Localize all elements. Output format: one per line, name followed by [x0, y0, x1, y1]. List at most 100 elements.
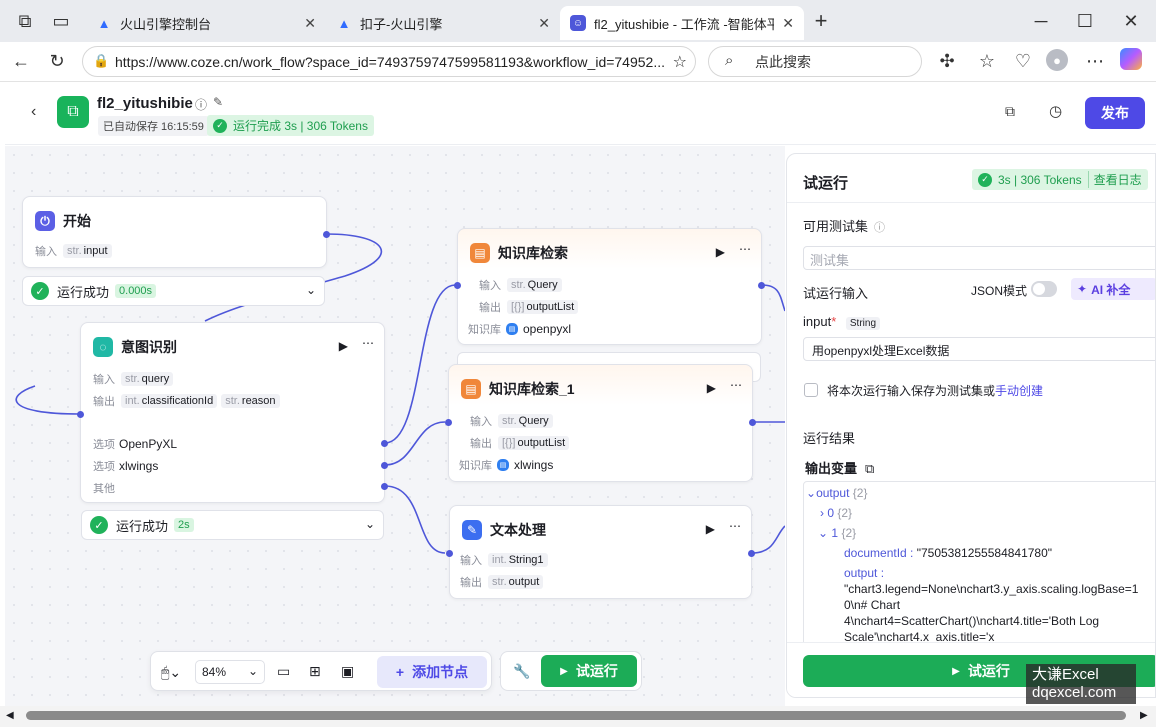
- test-run-button[interactable]: ▶ 试运行: [541, 655, 637, 687]
- layout-icon[interactable]: ⊞: [309, 663, 321, 680]
- close-tab-icon[interactable]: ✕: [304, 15, 316, 32]
- workflow-canvas[interactable]: ⏻ 开始 输入 str. input ✓ 运行成功 0.000s ⌄ ◌ 意图识别 ▶ …: [5, 146, 785, 706]
- favorites-icon[interactable]: ☆: [974, 48, 1000, 74]
- more-icon[interactable]: ⋯: [729, 519, 741, 533]
- input-port[interactable]: [445, 419, 452, 426]
- start-run-status[interactable]: ✓ 运行成功 0.000s ⌄: [22, 276, 325, 306]
- expand-chevron-icon: ⌄: [818, 526, 829, 540]
- scroll-left-icon[interactable]: ◀: [6, 710, 14, 721]
- favorite-star-icon[interactable]: ☆: [672, 52, 687, 72]
- input-port[interactable]: [446, 550, 453, 557]
- comment-icon[interactable]: ▭: [277, 663, 290, 680]
- history-icon[interactable]: ◷: [1049, 102, 1062, 120]
- testset-select[interactable]: 测试集: [803, 246, 1155, 270]
- close-window-icon[interactable]: ✕: [1118, 8, 1144, 34]
- more-menu-icon[interactable]: ⋯: [1082, 48, 1108, 74]
- search-box[interactable]: ⌕ 点此搜索: [708, 46, 922, 77]
- required-asterisk: *: [831, 314, 837, 329]
- reload-icon[interactable]: ↻: [44, 48, 70, 74]
- profile-avatar[interactable]: ●: [1046, 49, 1068, 71]
- tab-coze-volcengine[interactable]: ▲ 扣子-火山引擎 ✕: [326, 6, 560, 40]
- tree-node-output[interactable]: ⌄output {2}: [806, 486, 867, 500]
- intent-node[interactable]: ◌ 意图识别 ▶ ⋯ 输入 str. query 输出 int. classificati…: [77, 322, 388, 503]
- json-mode-toggle[interactable]: [1031, 281, 1057, 297]
- wrench-icon[interactable]: 🔧: [513, 663, 530, 680]
- option-label: 选项: [93, 461, 115, 473]
- scroll-right-icon[interactable]: ▶: [1140, 710, 1148, 721]
- output-port[interactable]: [323, 231, 330, 238]
- new-tab-icon[interactable]: +: [808, 8, 834, 34]
- more-icon[interactable]: ⋯: [739, 242, 751, 256]
- option-port-2[interactable]: [381, 462, 388, 469]
- run-node-icon[interactable]: ▶: [339, 339, 348, 353]
- minimap-icon[interactable]: ▣: [341, 663, 354, 680]
- kb-label: 知识库: [468, 324, 501, 336]
- intent-run-status[interactable]: ✓ 运行成功 2s ⌄: [81, 510, 384, 540]
- close-tab-icon[interactable]: ✕: [782, 15, 794, 32]
- tree-node-1[interactable]: ⌄ 1 {2}: [818, 526, 856, 540]
- address-bar[interactable]: 🔒 https://www.coze.cn/work_flow?space_id…: [82, 46, 696, 77]
- input-tag: str. Query: [507, 278, 562, 292]
- back-chevron-icon[interactable]: ‹: [31, 103, 36, 121]
- kb-output-row: 输出 [{}] outputList: [479, 299, 582, 315]
- run-stat-badge[interactable]: ✓ 3s | 306 Tokens 查看日志: [972, 169, 1148, 190]
- maximize-icon[interactable]: ☐: [1072, 8, 1098, 34]
- tab-actions-icon[interactable]: ▭: [48, 8, 74, 34]
- manual-create-link[interactable]: 手动创建: [995, 384, 1043, 398]
- option-port-1[interactable]: [381, 440, 388, 447]
- back-icon[interactable]: ←: [8, 48, 34, 74]
- browser-essentials-icon[interactable]: ♡: [1010, 48, 1036, 74]
- output-port[interactable]: [758, 282, 765, 289]
- output-port[interactable]: [748, 550, 755, 557]
- tab-label: 火山引擎控制台: [120, 16, 212, 32]
- run-node-icon[interactable]: ▶: [707, 381, 716, 395]
- chevron-down-icon[interactable]: ⌄: [365, 517, 375, 531]
- minimize-icon[interactable]: ─: [1028, 8, 1054, 34]
- edit-icon[interactable]: ✎: [213, 95, 223, 109]
- close-tab-icon[interactable]: ✕: [538, 15, 550, 32]
- tab-volcengine-console[interactable]: ▲ 火山引擎控制台 ✕: [86, 6, 326, 40]
- start-node[interactable]: ⏻ 开始 输入 str. input: [22, 196, 330, 268]
- dataset-icon: ▤: [497, 459, 509, 471]
- tree-node-0[interactable]: › 0 {2}: [820, 506, 852, 520]
- output-port[interactable]: [749, 419, 756, 426]
- workspaces-icon[interactable]: ⧉: [12, 8, 38, 34]
- tab-workflow[interactable]: ☺ fl2_yitushibie - 工作流 -智能体平台 ✕: [560, 6, 804, 40]
- copy-icon[interactable]: ⧉: [1005, 103, 1015, 120]
- input-field-label: input* String: [803, 314, 884, 330]
- zoom-select[interactable]: 84% ⌄: [195, 660, 265, 684]
- option-port-other[interactable]: [381, 483, 388, 490]
- add-node-button[interactable]: + 添加节点: [377, 656, 487, 688]
- input-port[interactable]: [77, 411, 84, 418]
- option-value: OpenPyXL: [119, 437, 178, 451]
- scroll-thumb[interactable]: [26, 711, 1126, 720]
- input-port[interactable]: [454, 282, 461, 289]
- run-node-icon[interactable]: ▶: [716, 245, 725, 259]
- input-label: 输入: [35, 246, 57, 258]
- status-text: 运行成功: [116, 518, 169, 534]
- more-icon[interactable]: ⋯: [362, 336, 374, 350]
- testset-label: 可用测试集 ⓘ: [803, 216, 885, 235]
- edge-intent-to-kb1: [384, 284, 456, 444]
- more-icon[interactable]: ⋯: [730, 378, 742, 392]
- copy-icon[interactable]: ⧉: [865, 461, 874, 476]
- kb-search-node[interactable]: ▤ 知识库检索 ▶ ⋯ 输入 str. Query 输出[{}] outputList …: [454, 228, 765, 345]
- copilot-icon[interactable]: [1120, 48, 1142, 70]
- chevron-down-icon[interactable]: ⌄: [306, 283, 316, 297]
- save-testset-checkbox[interactable]: [804, 383, 818, 397]
- param-name: input: [83, 245, 108, 257]
- result-title: 运行结果: [803, 431, 856, 446]
- horizontal-scrollbar[interactable]: ◀ ▶: [0, 706, 1156, 727]
- publish-button[interactable]: 发布: [1085, 97, 1145, 129]
- text-processing-node[interactable]: ✎ 文本处理 ▶ ⋯ 输入 int. String1 输出 str. output: [446, 505, 755, 599]
- extensions-icon[interactable]: ✣: [934, 48, 960, 74]
- view-log-link[interactable]: 查看日志: [1087, 171, 1142, 188]
- run-node-icon[interactable]: ▶: [706, 522, 715, 536]
- kb-search-node-1[interactable]: ▤ 知识库检索_1 ▶ ⋯ 输入 str. Query 输出 [{}] outputLis…: [445, 364, 756, 482]
- input-field[interactable]: 用openpyxl处理Excel数据: [803, 337, 1155, 361]
- mouse-mode-icon[interactable]: 🖱⌄: [161, 664, 181, 681]
- info-icon[interactable]: ⓘ: [195, 96, 207, 113]
- url-text: https://www.coze.cn/work_flow?space_id=7…: [115, 53, 665, 70]
- kb-node-title: ▤ 知识库检索_1: [461, 379, 575, 399]
- ai-fill-button[interactable]: ✦ AI 补全: [1071, 278, 1155, 300]
